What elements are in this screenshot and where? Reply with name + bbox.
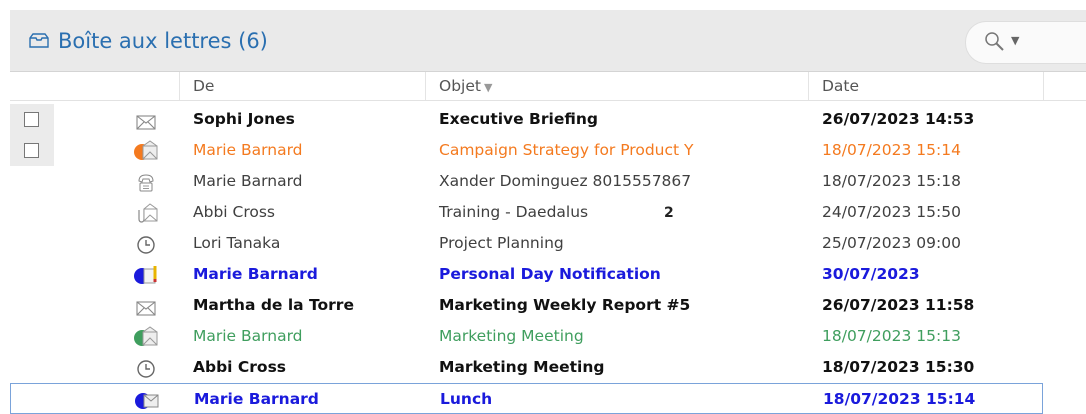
message-sender: Marie Barnard	[194, 390, 319, 408]
message-subject: Campaign Strategy for Product Y	[439, 141, 694, 159]
message-sender: Martha de la Torre	[193, 296, 354, 314]
message-subject: Executive Briefing	[439, 110, 598, 128]
mailbox-title: Boîte aux lettres (6)	[58, 29, 268, 53]
annotation-marker: 2	[664, 205, 674, 221]
envelope-icon	[136, 301, 156, 316]
column-header-date[interactable]: Date	[822, 77, 859, 95]
message-sender: Abbi Cross	[193, 358, 287, 376]
row-selector-gutter	[10, 135, 54, 166]
message-row[interactable]: Martha de la Torre Marketing Weekly Repor…	[10, 290, 1086, 321]
row-selector-gutter	[10, 104, 54, 135]
message-date: 30/07/2023	[822, 265, 920, 283]
orange-envelope-icon	[134, 140, 158, 160]
message-sender: Abbi Cross	[193, 203, 276, 221]
row-checkbox[interactable]	[24, 143, 39, 158]
message-row[interactable]: Abbi Cross Training - Daedalus 24/07/2023 …	[10, 197, 1086, 228]
message-sender: Lori Tanaka	[193, 234, 281, 252]
green-envelope-icon	[134, 326, 158, 346]
blue-note-icon	[134, 266, 157, 284]
message-subject: Project Planning	[439, 234, 564, 252]
message-row[interactable]: Marie Barnard Personal Day Notification 30…	[10, 259, 1086, 290]
message-sender: Marie Barnard	[193, 141, 303, 159]
search-button[interactable]: ▼	[965, 21, 1086, 64]
message-subject: Marketing Meeting	[439, 358, 605, 376]
message-subject: Training - Daedalus	[439, 203, 589, 221]
row-checkbox[interactable]	[24, 112, 39, 127]
message-sender: Marie Barnard	[193, 327, 303, 345]
message-row[interactable]: Sophi Jones Executive Briefing 26/07/2023 …	[10, 104, 1086, 135]
clock-icon	[137, 360, 155, 378]
message-sender: Marie Barnard	[193, 265, 318, 283]
phone-icon	[138, 174, 154, 192]
message-subject: Marketing Weekly Report #5	[439, 296, 691, 314]
message-row[interactable]: Lori Tanaka Project Planning 25/07/2023 09…	[10, 228, 1086, 259]
sort-descending-icon: ▼	[483, 81, 493, 94]
message-date: 25/07/2023 09:00	[822, 234, 961, 252]
message-row[interactable]: Marie Barnard Xander Dominguez 8015557867…	[10, 166, 1086, 197]
message-date: 18/07/2023 15:13	[822, 327, 961, 345]
message-subject: Marketing Meeting	[439, 327, 584, 345]
column-separator	[1043, 72, 1044, 100]
message-sender: Marie Barnard	[193, 172, 303, 190]
message-row[interactable]: Marie Barnard Lunch 18/07/2023 15:14	[10, 383, 1043, 414]
mailbox-icon	[29, 33, 49, 48]
column-separator	[179, 72, 180, 100]
attachment-envelope-icon	[138, 203, 158, 223]
message-date: 18/07/2023 15:14	[823, 390, 976, 408]
search-icon	[985, 32, 1004, 51]
envelope-icon	[136, 115, 156, 130]
message-date: 18/07/2023 15:30	[822, 358, 975, 376]
column-separator	[808, 72, 809, 100]
message-date: 26/07/2023 11:58	[822, 296, 975, 314]
message-subject: Xander Dominguez 8015557867	[439, 172, 692, 190]
blue-envelope-icon	[135, 393, 159, 409]
column-separator	[425, 72, 426, 100]
message-row[interactable]: Marie Barnard Marketing Meeting 18/07/2023…	[10, 321, 1086, 352]
column-header-row: De Objet ▼ Date	[10, 72, 1086, 101]
message-row[interactable]: Marie Barnard Campaign Strategy for Produ…	[10, 135, 1086, 166]
mailbox-header: Boîte aux lettres (6) ▼	[10, 10, 1086, 72]
message-row[interactable]: Abbi Cross Marketing Meeting 18/07/2023 15…	[10, 352, 1086, 383]
message-subject: Personal Day Notification	[439, 265, 661, 283]
message-sender: Sophi Jones	[193, 110, 295, 128]
message-date: 18/07/2023 15:14	[822, 141, 961, 159]
chevron-down-icon: ▼	[1011, 34, 1020, 47]
clock-icon	[137, 236, 155, 254]
column-header-from[interactable]: De	[193, 77, 214, 95]
message-date: 26/07/2023 14:53	[822, 110, 975, 128]
column-header-subject[interactable]: Objet ▼	[439, 77, 492, 95]
message-date: 24/07/2023 15:50	[822, 203, 961, 221]
message-subject: Lunch	[440, 390, 493, 408]
message-date: 18/07/2023 15:18	[822, 172, 961, 190]
